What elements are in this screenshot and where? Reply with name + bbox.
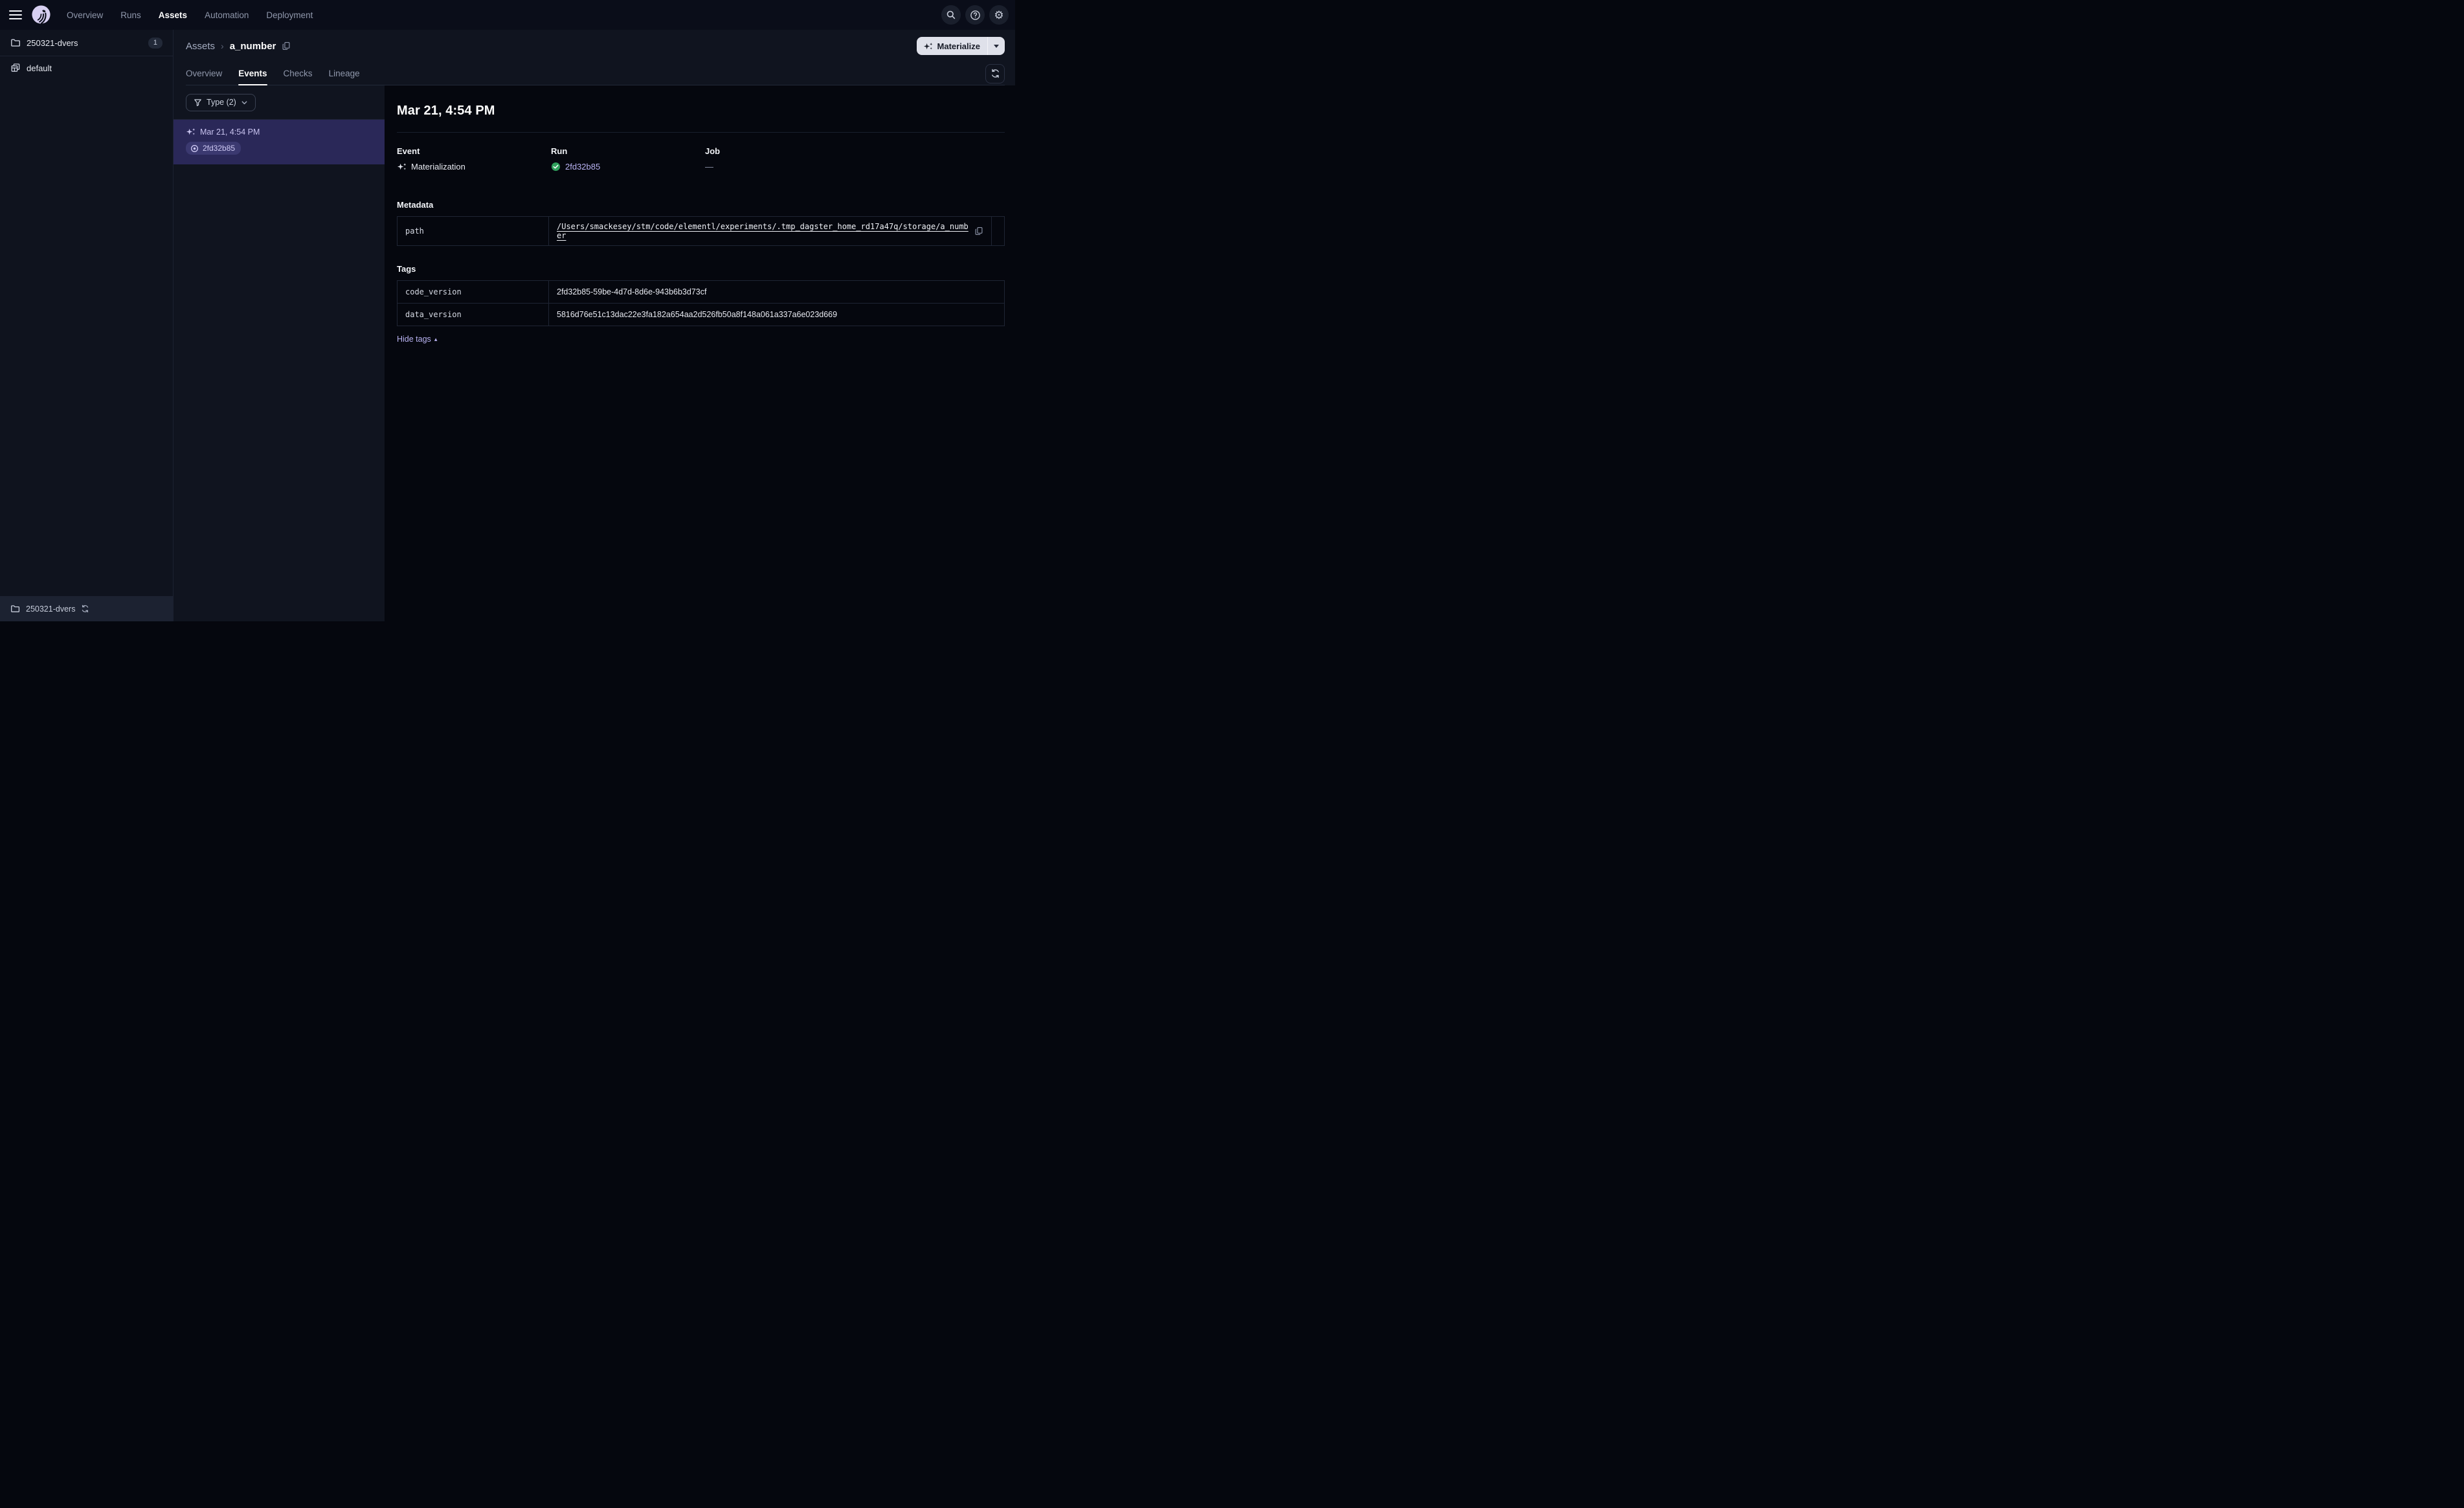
dagster-logo-icon[interactable]	[30, 5, 52, 26]
breadcrumb: Assets › a_number	[186, 41, 291, 52]
nav-item-runs[interactable]: Runs	[120, 10, 141, 20]
event-type-value: Materialization	[411, 162, 465, 172]
materialization-sparkle-icon	[397, 163, 407, 170]
tags-section: Tags code_version 2fd32b85-59be-4d7d-8d6…	[397, 264, 1005, 345]
events-filter-row: Type (2)	[174, 85, 385, 120]
materialize-button-label: Materialize	[937, 41, 980, 51]
job-empty-value: —	[705, 162, 713, 172]
run-success-check-icon	[551, 162, 561, 172]
run-id-link[interactable]: 2fd32b85	[565, 162, 600, 172]
run-id-label: 2fd32b85	[203, 144, 236, 153]
tag-key: code_version	[397, 280, 549, 304]
tag-value: 2fd32b85-59be-4d7d-8d6e-943b6b3d73cf	[557, 287, 707, 296]
page-title: a_number	[229, 40, 276, 52]
refresh-icon	[991, 69, 999, 78]
folder-icon	[11, 39, 20, 47]
sidebar-group-row[interactable]: 250321-dvers 1	[0, 30, 173, 56]
asset-group-icon	[11, 63, 20, 72]
copy-path-icon[interactable]	[974, 227, 983, 236]
event-column-label: Event	[397, 146, 420, 156]
chevron-right-icon: ›	[221, 41, 224, 51]
sparkle-icon	[923, 42, 932, 49]
asset-catalog-sidebar: 250321-dvers 1 default 250321-dvers	[0, 30, 174, 621]
job-column: Job —	[705, 146, 1005, 172]
tag-value: 5816d76e51c13dac22e3fa182a654aa2d526fb50…	[557, 310, 838, 319]
nav-item-overview[interactable]: Overview	[67, 10, 103, 20]
run-id-pill[interactable]: 2fd32b85	[186, 142, 241, 155]
run-column-label: Run	[551, 146, 568, 156]
chevron-down-icon	[241, 99, 248, 106]
caret-up-icon: ▴	[434, 335, 438, 342]
run-status-dot-icon	[191, 144, 198, 152]
type-filter-chip[interactable]: Type (2)	[186, 93, 256, 111]
hide-tags-link[interactable]: Hide tags ▴	[397, 335, 437, 344]
event-detail-title: Mar 21, 4:54 PM	[397, 104, 495, 118]
settings-button[interactable]: ⚙	[989, 5, 1009, 25]
metadata-path-link[interactable]: /Users/smackesey/stm/code/elementl/exper…	[557, 222, 969, 240]
event-detail-panel: Mar 21, 4:54 PM Event Materialization Ru…	[385, 85, 1015, 621]
type-filter-label: Type (2)	[207, 98, 236, 107]
tab-events[interactable]: Events	[238, 62, 267, 85]
event-list-item[interactable]: Mar 21, 4:54 PM 2fd32b85	[174, 120, 385, 164]
search-icon	[946, 10, 956, 19]
metadata-section: Metadata path /Users/smackesey/stm/code/…	[397, 200, 1005, 246]
table-row: path /Users/smackesey/stm/code/elementl/…	[397, 216, 1005, 246]
sidebar-footer[interactable]: 250321-dvers	[0, 596, 173, 621]
top-navigation-bar: Overview Runs Assets Automation Deployme…	[0, 0, 1015, 30]
table-row: data_version 5816d76e51c13dac22e3fa182a6…	[397, 303, 1005, 326]
tab-overview[interactable]: Overview	[186, 62, 222, 85]
folder-icon	[11, 605, 20, 612]
run-column: Run 2fd32b85	[551, 146, 705, 172]
menu-hamburger-icon[interactable]	[9, 10, 22, 20]
asset-header: Assets › a_number Materialize	[174, 30, 1015, 62]
sidebar-footer-label: 250321-dvers	[26, 604, 76, 614]
topnav-actions: ⚙	[941, 5, 1009, 25]
tab-checks[interactable]: Checks	[284, 62, 313, 85]
materialize-split-button: Materialize	[916, 37, 1005, 55]
event-timestamp: Mar 21, 4:54 PM	[200, 127, 260, 137]
tab-lineage[interactable]: Lineage	[329, 62, 360, 85]
filter-funnel-icon	[194, 98, 201, 106]
hide-tags-label: Hide tags	[397, 335, 431, 344]
metadata-table: path /Users/smackesey/stm/code/elementl/…	[397, 216, 1005, 246]
metadata-heading: Metadata	[397, 200, 434, 210]
asset-tabs: Overview Events Checks Lineage	[186, 62, 1005, 85]
breadcrumb-assets-link[interactable]: Assets	[186, 41, 215, 52]
search-button[interactable]	[941, 5, 961, 25]
metadata-key: path	[397, 216, 549, 246]
refresh-events-button[interactable]	[985, 63, 1005, 83]
gear-icon: ⚙	[994, 8, 1004, 21]
sidebar-item-default[interactable]: default	[0, 56, 173, 80]
table-end-cell	[991, 216, 1005, 246]
materialize-dropdown-button[interactable]	[988, 37, 1005, 55]
caret-down-icon	[994, 44, 999, 48]
tag-key: data_version	[397, 303, 549, 326]
sidebar-item-label: default	[27, 63, 52, 73]
refresh-icon[interactable]	[81, 604, 89, 613]
help-button[interactable]	[965, 5, 985, 25]
copy-asset-name-icon[interactable]	[282, 41, 291, 50]
nav-item-assets[interactable]: Assets	[159, 10, 187, 20]
event-summary-columns: Event Materialization Run 2fd32b85 Job —	[397, 146, 1005, 172]
help-icon	[970, 10, 980, 20]
materialize-button[interactable]: Materialize	[917, 37, 987, 55]
tags-heading: Tags	[397, 264, 416, 274]
primary-nav: Overview Runs Assets Automation Deployme…	[67, 10, 313, 20]
materialization-sparkle-icon	[186, 128, 196, 135]
divider	[397, 132, 1005, 133]
table-row: code_version 2fd32b85-59be-4d7d-8d6e-943…	[397, 280, 1005, 304]
tags-table: code_version 2fd32b85-59be-4d7d-8d6e-943…	[397, 280, 1005, 326]
nav-item-deployment[interactable]: Deployment	[266, 10, 313, 20]
nav-item-automation[interactable]: Automation	[205, 10, 249, 20]
sidebar-group-count-badge: 1	[148, 37, 162, 49]
events-list-panel: Type (2) Mar 21, 4:54 PM 2fd32b85	[174, 85, 385, 621]
sidebar-group-label: 250321-dvers	[27, 38, 78, 48]
dagster-app-window: Overview Runs Assets Automation Deployme…	[0, 0, 1015, 621]
job-column-label: Job	[705, 146, 721, 156]
event-column: Event Materialization	[397, 146, 551, 172]
